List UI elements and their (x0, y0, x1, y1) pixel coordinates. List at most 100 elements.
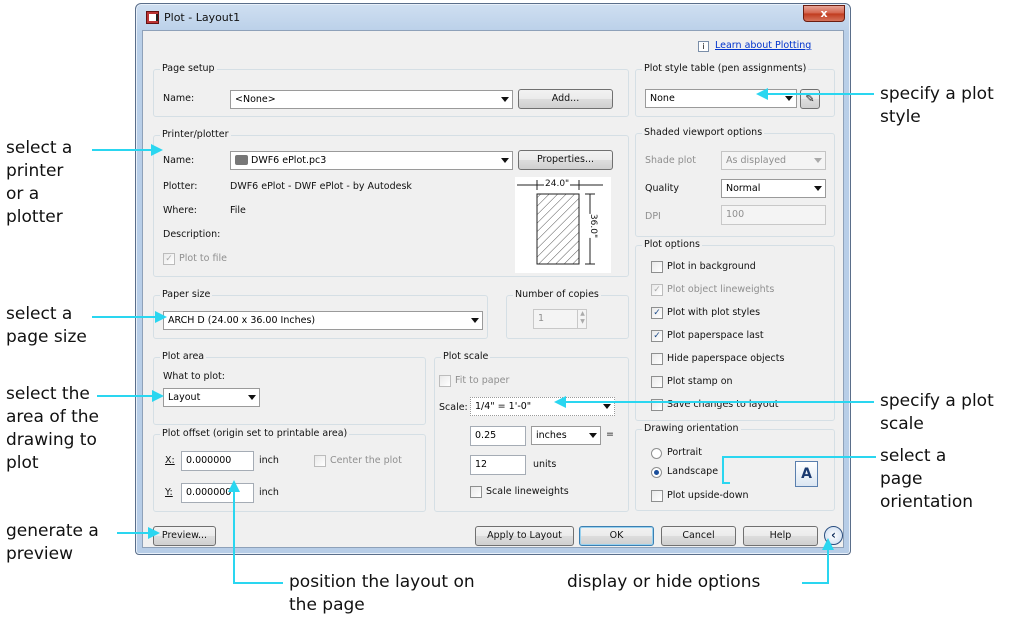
callout-line (722, 482, 730, 484)
dropdown-arrow-icon (814, 158, 822, 163)
plot-with-plot-styles-checkbox[interactable]: ✓ (651, 307, 663, 319)
portrait-label: Portrait (667, 447, 702, 458)
dropdown-arrow-icon (603, 404, 611, 409)
orientation-title: Drawing orientation (642, 423, 741, 434)
help-button[interactable]: Help (743, 526, 818, 546)
page-setup-combo[interactable]: <None> (230, 90, 513, 109)
cancel-button[interactable]: Cancel (661, 526, 736, 546)
plot-paperspace-last-checkbox[interactable]: ✓ (651, 330, 663, 342)
paper-size-title: Paper size (160, 289, 213, 300)
callout-arrow-icon (228, 480, 240, 492)
window-title: Plot - Layout1 (164, 11, 241, 24)
plot-upside-down-label: Plot upside-down (667, 490, 749, 501)
dialog-client: i Learn about Plotting Page setup Name: … (142, 30, 844, 548)
what-to-plot-value: Layout (168, 392, 201, 403)
paper-height-label: 36.0" (588, 213, 599, 239)
plot-option-label: Plot with plot styles (667, 307, 761, 318)
plotter-value: DWF6 ePlot - DWF ePlot - by Autodesk (230, 181, 412, 192)
dropdown-arrow-icon (501, 158, 509, 163)
paper-size-value: ARCH D (24.00 x 36.00 Inches) (168, 315, 316, 326)
scale-lineweights-label: Scale lineweights (486, 486, 569, 497)
shaded-viewport-title: Shaded viewport options (642, 127, 765, 138)
learn-about-plotting-link[interactable]: Learn about Plotting (715, 40, 811, 51)
shade-plot-combo[interactable]: As displayed (721, 151, 826, 170)
plot-stamp-on-checkbox[interactable] (651, 376, 663, 388)
plotter-label: Plotter: (163, 181, 198, 192)
plot-style-combo[interactable]: None (645, 89, 797, 108)
annotation-page-size: select a page size (6, 304, 87, 347)
callout-arrow-icon (151, 144, 163, 156)
dpi-input[interactable]: 100 (721, 205, 826, 225)
callout-arrow-icon (148, 527, 160, 539)
callout-line (92, 316, 160, 318)
ok-button[interactable]: OK (579, 526, 654, 546)
quality-combo[interactable]: Normal (721, 179, 826, 198)
plot-to-file-label: Plot to file (179, 253, 227, 264)
plot-dialog-window: Plot - Layout1 x i Learn about Plotting … (135, 3, 851, 555)
plot-upside-down-checkbox[interactable] (651, 490, 663, 502)
app-icon (146, 11, 159, 24)
x-offset-input[interactable]: 0.000000 (181, 451, 254, 471)
paper-width-label: 24.0" (544, 179, 571, 189)
hide-paperspace-objects-checkbox[interactable] (651, 353, 663, 365)
scale-inches-input[interactable]: 0.25 (470, 426, 526, 446)
shade-plot-value: As displayed (726, 155, 787, 166)
printer-plotter-title: Printer/plotter (160, 129, 231, 140)
paper-size-combo[interactable]: ARCH D (24.00 x 36.00 Inches) (163, 311, 483, 330)
plot-option-label: Plot stamp on (667, 376, 733, 387)
printer-combo[interactable]: DWF6 ePlot.pc3 (230, 151, 513, 170)
fit-to-paper-checkbox[interactable] (439, 375, 451, 387)
callout-arrow-icon (822, 538, 834, 550)
annotation-scale: specify a plot scale (880, 391, 994, 434)
paper-preview: 24.0" 36.0" (515, 177, 611, 273)
dropdown-arrow-icon (248, 395, 256, 400)
dpi-label: DPI (645, 211, 661, 222)
portrait-radio[interactable] (651, 448, 662, 459)
scale-label: Scale: (439, 402, 468, 413)
callout-arrow-icon (756, 88, 768, 100)
plot-object-lineweights-checkbox[interactable]: ✓ (651, 284, 663, 296)
where-label: Where: (163, 205, 198, 216)
where-value: File (230, 205, 246, 216)
plot-to-file-checkbox[interactable]: ✓ (163, 253, 175, 265)
y-offset-label: Y: (165, 487, 173, 498)
callout-line (802, 582, 829, 584)
plot-option-label: Hide paperspace objects (667, 353, 785, 364)
title-bar: Plot - Layout1 x (136, 4, 850, 30)
close-button[interactable]: x (803, 5, 845, 22)
scale-units-input[interactable]: 12 (470, 455, 526, 475)
shade-plot-label: Shade plot (645, 155, 696, 166)
dropdown-arrow-icon (471, 318, 479, 323)
scale-lineweights-checkbox[interactable] (470, 486, 482, 498)
plot-in-background-checkbox[interactable] (651, 261, 663, 273)
scale-units-combo[interactable]: inches (531, 426, 601, 445)
annotation-style: specify a plot style (880, 84, 994, 127)
landscape-label: Landscape (667, 466, 719, 477)
callout-line (92, 149, 156, 151)
edit-plot-style-button[interactable]: ✎ (800, 89, 820, 109)
landscape-radio[interactable] (651, 467, 662, 478)
y-offset-input[interactable]: 0.000000 (181, 483, 254, 503)
printer-properties-button[interactable]: Properties... (518, 150, 613, 170)
description-label: Description: (163, 229, 221, 240)
add-page-setup-button[interactable]: Add... (518, 89, 613, 109)
plot-style-value: None (650, 93, 675, 104)
copies-spinner-icon[interactable]: ▲ ▼ (577, 310, 587, 328)
what-to-plot-label: What to plot: (163, 371, 225, 382)
center-plot-label: Center the plot (330, 455, 402, 466)
scale-combo[interactable]: 1/4" = 1'-0" (470, 397, 615, 416)
preview-button[interactable]: Preview... (153, 526, 216, 546)
what-to-plot-combo[interactable]: Layout (163, 388, 260, 407)
quality-label: Quality (645, 183, 679, 194)
printer-value: DWF6 ePlot.pc3 (251, 155, 327, 166)
x-offset-label: X: (165, 455, 175, 466)
scale-units-value: inches (536, 430, 567, 441)
annotation-display: display or hide options (567, 572, 761, 592)
plot-scale-title: Plot scale (441, 351, 491, 362)
annotation-area: select the area of the drawing to plot (6, 384, 100, 473)
apply-to-layout-button[interactable]: Apply to Layout (475, 526, 574, 546)
plot-style-title: Plot style table (pen assignments) (642, 63, 809, 74)
callout-line (566, 401, 874, 403)
callout-line (827, 545, 829, 584)
center-plot-checkbox[interactable] (314, 455, 326, 467)
